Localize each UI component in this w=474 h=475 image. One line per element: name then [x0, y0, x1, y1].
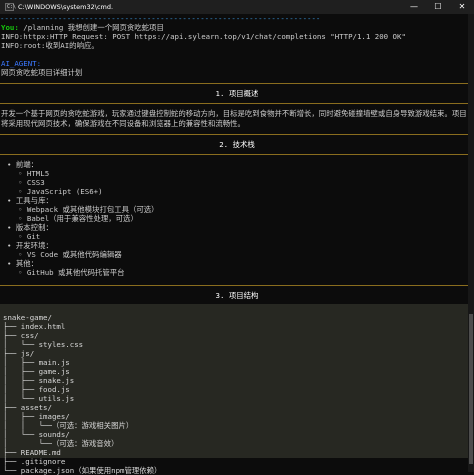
tech-category: • 工具与库： ◦ Webpack 或其他模块打包工具（可选） ◦ Babel（用于… — [6, 196, 474, 223]
you-prefix: You: — [1, 23, 19, 32]
tree-line: │ ├── food.js — [3, 385, 70, 394]
overview-heading: 1. 项目概述 — [215, 89, 259, 98]
plan-title: 网页贪吃蛇项目详细计划 — [1, 68, 83, 77]
response-log-line: INFO:root:收到AI的响应。 — [1, 41, 99, 50]
window-title: C:\WINDOWS\system32\cmd. — [18, 2, 114, 11]
tech-category-label: • 工具与库： — [7, 196, 53, 205]
close-button[interactable]: ✕ — [450, 0, 474, 14]
window-titlebar[interactable]: C:\ C:\WINDOWS\system32\cmd. — ☐ ✕ — [0, 0, 474, 14]
section-divider — [0, 103, 474, 104]
section-divider — [0, 285, 474, 286]
tech-category-label: • 前端： — [7, 160, 39, 169]
tech-item: ◦ VS Code 或其他代码编辑器 — [18, 250, 122, 259]
tree-line: ├── index.html — [3, 322, 66, 331]
tech-item: ◦ JavaScript (ES6+) — [18, 187, 103, 196]
section-divider — [0, 134, 474, 135]
tree-line: │ ├── main.js — [3, 358, 70, 367]
tech-category: • 前端： ◦ HTML5 ◦ CSS3 ◦ JavaScript (ES6+) — [6, 160, 474, 196]
tree-line: │ ├── snake.js — [3, 376, 75, 385]
tree-line: ├── css/ — [3, 331, 39, 340]
tech-item: ◦ GitHub 或其他代码托管平台 — [18, 268, 125, 277]
cmd-icon: C:\ — [5, 3, 17, 11]
tech-item: ◦ Babel（用于兼容性处理，可选） — [18, 214, 138, 223]
user-input-line: You: /planning 我想创建一个网页贪吃蛇项目 — [0, 23, 474, 32]
tree-line: │ ├── images/ — [3, 412, 70, 421]
tech-category-label: • 其他： — [7, 259, 39, 268]
tree-line: ├── assets/ — [3, 403, 52, 412]
tech-item: ◦ Webpack 或其他模块打包工具（可选） — [18, 205, 159, 214]
minimize-button[interactable]: — — [402, 0, 426, 14]
tech-category-label: • 开发环境： — [7, 241, 53, 250]
tree-line: │ ├── game.js — [3, 367, 70, 376]
tech-category: • 版本控制： ◦ Git — [6, 223, 474, 241]
output-divider: ----------------------------------------… — [0, 14, 321, 23]
tech-item: ◦ HTML5 — [18, 169, 50, 178]
section-divider — [0, 83, 474, 84]
tech-category: • 开发环境： ◦ VS Code 或其他代码编辑器 — [6, 241, 474, 259]
tree-line: ├── .gitignore — [3, 457, 66, 466]
tech-item: ◦ Git — [18, 232, 41, 241]
tree-line: │ └──（可选：游戏音效） — [3, 439, 119, 448]
terminal-scrollbar[interactable] — [468, 14, 474, 472]
tree-line: ├── README.md — [3, 448, 61, 457]
overview-paragraph: 开发一个基于网页的贪吃蛇游戏，玩家通过键盘控制蛇的移动方向，目标是吃到食物并不断… — [1, 109, 467, 128]
section-divider — [0, 154, 474, 155]
tree-line: │ └── styles.css — [3, 340, 84, 349]
maximize-button[interactable]: ☐ — [426, 0, 450, 14]
tree-line: │ │ └──（可选：游戏相关图片） — [3, 421, 134, 430]
ai-agent-label: AI_AGENT: — [1, 59, 42, 68]
tree-line: └── package.json（如果使用npm管理依赖） — [3, 466, 162, 475]
tree-line: ├── js/ — [3, 349, 35, 358]
tree-line: │ └── utils.js — [3, 394, 75, 403]
window-controls: — ☐ ✕ — [402, 0, 474, 14]
http-log-line: INFO:httpx:HTTP Request: POST https://ap… — [1, 32, 406, 41]
codeblock-padding — [0, 304, 474, 313]
tech-item: ◦ CSS3 — [18, 178, 45, 187]
tech-category-label: • 版本控制： — [7, 223, 53, 232]
scrollbar-thumb[interactable] — [469, 314, 473, 464]
project-tree-codeblock: snake-game/├── index.html ├── css/│ └── s… — [0, 304, 474, 475]
tree-line: │ └── sounds/ — [3, 430, 70, 439]
tree-line: snake-game/ — [3, 313, 52, 322]
tech-heading: 2. 技术栈 — [219, 140, 255, 149]
tech-category: • 其他： ◦ GitHub 或其他代码托管平台 — [6, 259, 474, 277]
tech-stack-list: • 前端： ◦ HTML5 ◦ CSS3 ◦ JavaScript (ES6+) • 工… — [0, 160, 474, 277]
user-command: /planning 我想创建一个网页贪吃蛇项目 — [18, 23, 164, 32]
structure-heading: 3. 项目结构 — [215, 291, 259, 300]
